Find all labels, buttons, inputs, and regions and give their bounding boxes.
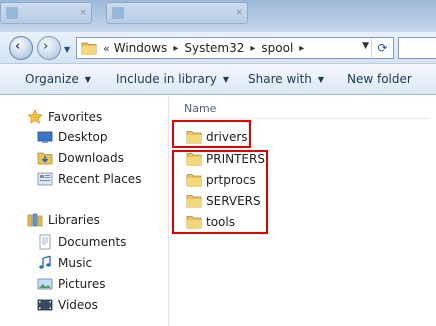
pictures-icon: [37, 278, 53, 290]
videos-icon: [37, 299, 53, 311]
organize-label: Organize: [25, 72, 79, 86]
address-dropdown-icon[interactable]: ▼: [362, 41, 369, 51]
libraries-icon: [27, 213, 43, 227]
breadcrumb-separator-icon[interactable]: ▸: [299, 43, 304, 54]
search-input[interactable]: [398, 37, 436, 59]
close-icon: ×: [235, 8, 243, 18]
nav-documents-label: Documents: [58, 235, 127, 249]
include-label: Include in library: [116, 72, 217, 86]
music-icon: [39, 255, 51, 269]
back-arrow-icon: ‹: [15, 39, 21, 54]
chevron-down-icon: ▼: [317, 75, 325, 84]
star-icon: [27, 109, 43, 124]
breadcrumb-separator-icon[interactable]: ▸: [250, 43, 255, 54]
chevron-down-icon: ▼: [222, 75, 230, 84]
chevron-down-icon: ▼: [84, 75, 91, 84]
forward-arrow-icon: ›: [43, 39, 49, 54]
organize-button[interactable]: Organize ▼: [25, 72, 91, 86]
recent-places-icon: [37, 172, 53, 186]
background-tab: ×: [0, 2, 92, 24]
desktop-icon: [37, 131, 53, 143]
breadcrumb-spool[interactable]: spool: [261, 41, 293, 55]
nav-libraries-label: Libraries: [48, 213, 100, 227]
background-tab: ×: [106, 2, 248, 24]
nav-downloads-label: Downloads: [58, 151, 124, 165]
window-icon: [112, 7, 124, 19]
new-folder-button[interactable]: New folder: [347, 72, 412, 86]
pane-splitter[interactable]: [168, 96, 169, 326]
breadcrumb-system32[interactable]: System32: [184, 41, 244, 55]
command-bar: Organize ▼ Include in library ▼ Share with…: [0, 64, 436, 95]
background-window-strip: × ×: [0, 0, 436, 32]
share-with-button[interactable]: Share with ▼: [248, 72, 324, 86]
close-icon: ×: [79, 8, 87, 18]
address-row: ‹ › ▼ « Windows ▸ System32 ▸ spool ▸ ▼ ⟳: [0, 32, 436, 64]
include-in-library-button[interactable]: Include in library ▼: [116, 72, 229, 86]
recent-pages-dropdown[interactable]: ▼: [64, 45, 70, 54]
nav-desktop-label: Desktop: [58, 130, 108, 144]
nav-pictures-label: Pictures: [58, 277, 106, 291]
breadcrumb-windows[interactable]: Windows: [114, 41, 168, 55]
nav-favorites-label: Favorites: [48, 110, 103, 124]
highlight-box-other-folders: [172, 150, 268, 234]
breadcrumb-separator-icon[interactable]: ▸: [173, 43, 178, 54]
documents-icon: [39, 234, 51, 250]
navigation-pane: Favorites Desktop Downloads Recent Place…: [0, 96, 168, 326]
nav-recent-label: Recent Places: [58, 172, 142, 186]
back-button[interactable]: ‹: [9, 36, 33, 60]
share-label: Share with: [248, 72, 312, 86]
new-folder-label: New folder: [347, 72, 412, 86]
forward-button[interactable]: ›: [37, 36, 61, 60]
folder-icon: [81, 42, 97, 55]
nav-videos-label: Videos: [58, 298, 98, 312]
highlight-box-drivers: [172, 120, 251, 148]
window-icon: [6, 7, 18, 19]
refresh-icon[interactable]: ⟳: [371, 38, 393, 58]
header-divider: [180, 118, 430, 119]
nav-music-label: Music: [58, 256, 93, 270]
overflow-chevron[interactable]: «: [103, 42, 110, 55]
column-header-name[interactable]: Name: [184, 102, 216, 115]
address-bar[interactable]: « Windows ▸ System32 ▸ spool ▸ ▼ ⟳: [76, 37, 394, 59]
downloads-icon: [37, 152, 53, 165]
